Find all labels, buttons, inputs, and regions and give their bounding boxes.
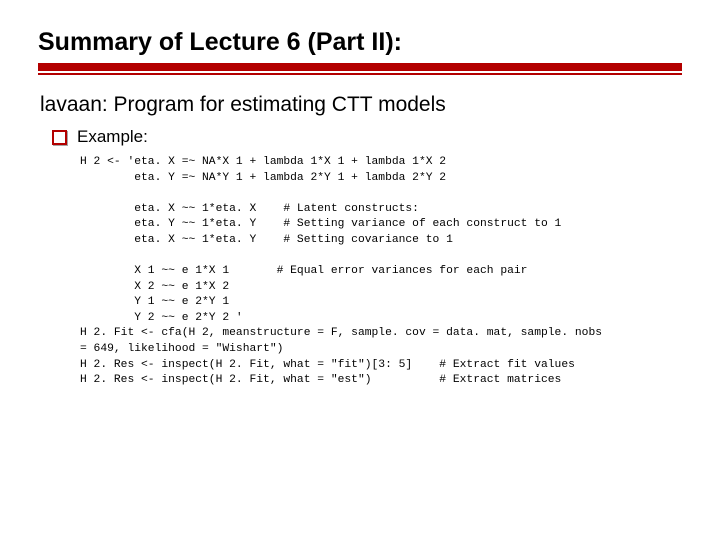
slide-title: Summary of Lecture 6 (Part II):: [38, 28, 682, 57]
slide-subtitle: lavaan: Program for estimating CTT model…: [40, 93, 682, 117]
bullet-item: Example:: [52, 127, 682, 147]
bullet-label: Example:: [77, 127, 148, 147]
code-block: H 2 <- 'eta. X =~ NA*X 1 + lambda 1*X 1 …: [80, 155, 682, 389]
title-rule-thick: [38, 63, 682, 71]
slide: Summary of Lecture 6 (Part II): lavaan: …: [0, 0, 720, 389]
title-rule-thin: [38, 73, 682, 75]
bullet-square-icon: [52, 130, 67, 145]
